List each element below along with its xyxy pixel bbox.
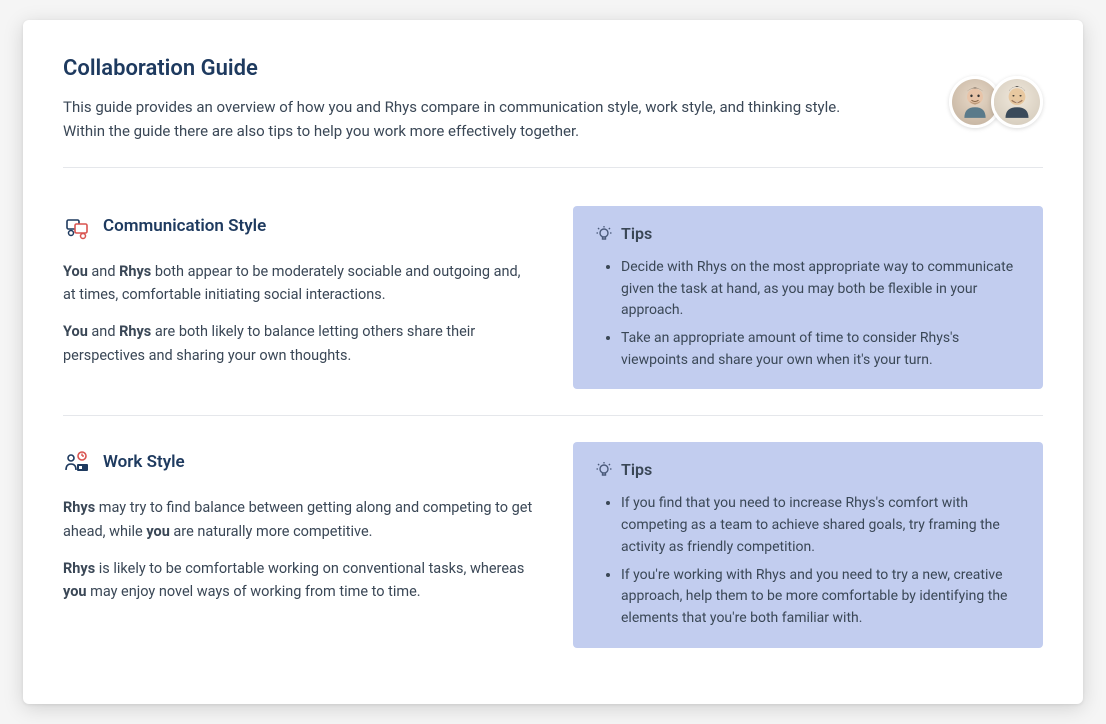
- lightbulb-icon: [595, 461, 613, 479]
- section-left: Work Style Rhys may try to find balance …: [63, 442, 533, 647]
- bold-text: Rhys: [63, 499, 95, 516]
- header: Collaboration Guide This guide provides …: [63, 56, 1043, 168]
- tip-item: Take an appropriate amount of time to co…: [621, 328, 1021, 371]
- tips-box: Tips Decide with Rhys on the most approp…: [573, 206, 1043, 389]
- collaboration-guide-card: Collaboration Guide This guide provides …: [23, 20, 1083, 704]
- tips-label: Tips: [621, 224, 652, 243]
- text: is likely to be comfortable working on c…: [95, 560, 524, 577]
- avatar-rhys: [991, 76, 1043, 128]
- communication-icon: [63, 212, 91, 240]
- page-subtitle: This guide provides an overview of how y…: [63, 95, 883, 143]
- bold-text: Rhys: [119, 263, 151, 280]
- text: may enjoy novel ways of working from tim…: [87, 583, 421, 600]
- section-title-row: Work Style: [63, 448, 533, 476]
- tips-list: If you find that you need to increase Rh…: [595, 493, 1021, 629]
- work-style-icon: [63, 448, 91, 476]
- section-right: Tips If you find that you need to increa…: [573, 442, 1043, 647]
- bold-text: Rhys: [63, 560, 95, 577]
- bold-text: You: [63, 263, 88, 280]
- section-right: Tips Decide with Rhys on the most approp…: [573, 206, 1043, 389]
- tip-item: Decide with Rhys on the most appropriate…: [621, 257, 1021, 322]
- bold-text: you: [63, 583, 87, 600]
- section-title: Communication Style: [103, 216, 266, 236]
- bold-text: Rhys: [119, 323, 151, 340]
- paragraph: You and Rhys both appear to be moderatel…: [63, 260, 533, 306]
- tip-item: If you find that you need to increase Rh…: [621, 493, 1021, 558]
- bold-text: you: [146, 523, 170, 540]
- text: and: [88, 323, 119, 340]
- paragraph: Rhys may try to find balance between get…: [63, 496, 533, 542]
- section-title: Work Style: [103, 452, 185, 472]
- tips-header: Tips: [595, 224, 1021, 243]
- tips-label: Tips: [621, 460, 652, 479]
- lightbulb-icon: [595, 225, 613, 243]
- paragraph: Rhys is likely to be comfortable working…: [63, 557, 533, 603]
- text: and: [88, 263, 119, 280]
- text: are naturally more competitive.: [170, 523, 373, 540]
- page-title: Collaboration Guide: [63, 56, 1043, 81]
- section-left: Communication Style You and Rhys both ap…: [63, 206, 533, 389]
- section-work-style: Work Style Rhys may try to find balance …: [63, 415, 1043, 673]
- tip-item: If you're working with Rhys and you need…: [621, 565, 1021, 630]
- tips-box: Tips If you find that you need to increa…: [573, 442, 1043, 647]
- tips-header: Tips: [595, 460, 1021, 479]
- tips-list: Decide with Rhys on the most appropriate…: [595, 257, 1021, 371]
- bold-text: You: [63, 323, 88, 340]
- paragraph: You and Rhys are both likely to balance …: [63, 320, 533, 366]
- section-title-row: Communication Style: [63, 212, 533, 240]
- section-communication-style: Communication Style You and Rhys both ap…: [63, 192, 1043, 415]
- avatars: [949, 76, 1043, 128]
